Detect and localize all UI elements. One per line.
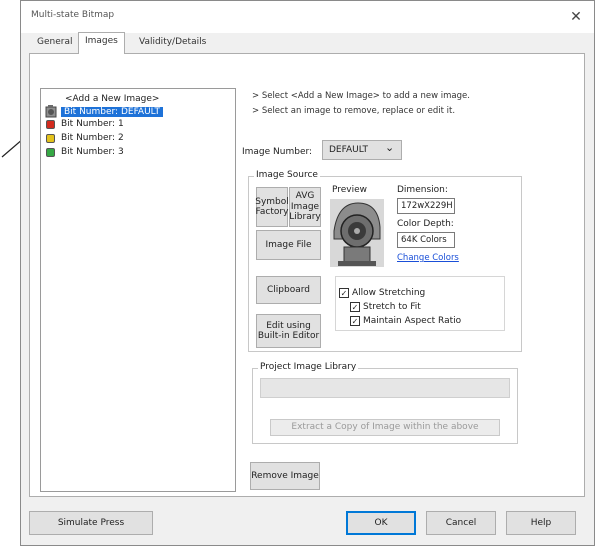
allow-stretching-checkbox[interactable]: ✓ xyxy=(339,288,349,298)
stretch-to-fit-label: Stretch to Fit xyxy=(363,302,421,312)
preview-image xyxy=(328,197,386,269)
image-number-dropdown[interactable]: DEFAULT ⌄ xyxy=(322,140,402,160)
allow-stretching-label: Allow Stretching xyxy=(352,288,426,298)
dimension-label: Dimension: xyxy=(397,185,448,195)
image-source-label: Image Source xyxy=(254,170,320,180)
list-item-bit-3[interactable]: Bit Number: 3 xyxy=(61,145,124,159)
simulate-press-button[interactable]: Simulate Press xyxy=(29,511,153,535)
window-title: Multi-state Bitmap xyxy=(31,10,115,20)
maintain-aspect-label: Maintain Aspect Ratio xyxy=(363,316,462,326)
remove-image-button[interactable]: Remove Image xyxy=(250,462,320,490)
cancel-button[interactable]: Cancel xyxy=(426,511,496,535)
maintain-aspect-checkbox[interactable]: ✓ xyxy=(350,316,360,326)
title-bar: Multi-state Bitmap ✕ xyxy=(21,1,594,33)
preview-label: Preview xyxy=(332,185,368,195)
tab-validity-details[interactable]: Validity/Details xyxy=(133,34,212,52)
close-icon[interactable]: ✕ xyxy=(565,7,587,27)
motor-image-icon xyxy=(45,105,57,119)
chevron-down-icon: ⌄ xyxy=(385,141,395,154)
project-library-label: Project Image Library xyxy=(258,362,359,372)
color-depth-value: 64K Colors xyxy=(397,232,455,248)
hint-add-new: > Select <Add a New Image> to add a new … xyxy=(252,91,470,101)
green-image-icon xyxy=(46,148,55,157)
list-item-bit-2[interactable]: Bit Number: 2 xyxy=(61,131,124,145)
tab-images[interactable]: Images xyxy=(78,32,125,54)
red-image-icon xyxy=(46,120,55,129)
color-depth-label: Color Depth: xyxy=(397,219,454,229)
edit-builtin-button[interactable]: Edit using Built-in Editor xyxy=(256,314,321,348)
image-listbox[interactable]: <Add a New Image> Bit Number: DEFAULT Bi… xyxy=(40,88,236,492)
dimension-value: 172wX229H xyxy=(397,198,455,214)
list-item-bit-1[interactable]: Bit Number: 1 xyxy=(61,117,124,131)
extract-copy-button[interactable]: Extract a Copy of Image within the above xyxy=(270,419,500,436)
ok-button[interactable]: OK xyxy=(346,511,416,535)
list-item-add-new[interactable]: <Add a New Image> xyxy=(65,92,159,106)
clipboard-button[interactable]: Clipboard xyxy=(256,276,321,304)
change-colors-link[interactable]: Change Colors xyxy=(397,253,459,263)
yellow-image-icon xyxy=(46,134,55,143)
tab-general[interactable]: General xyxy=(31,34,78,52)
image-file-button[interactable]: Image File xyxy=(256,230,321,260)
avg-library-button[interactable]: AVG Image Library xyxy=(289,187,321,227)
stretch-to-fit-checkbox[interactable]: ✓ xyxy=(350,302,360,312)
list-item-label: Bit Number: DEFAULT xyxy=(61,107,163,117)
tab-panel-images: <Add a New Image> Bit Number: DEFAULT Bi… xyxy=(29,53,585,497)
hint-select-image: > Select an image to remove, replace or … xyxy=(252,106,456,116)
dialog-window: Multi-state Bitmap ✕ General Images Vali… xyxy=(20,0,595,546)
image-number-label: Image Number: xyxy=(242,147,313,157)
project-library-select[interactable] xyxy=(260,378,510,398)
symbol-factory-button[interactable]: Symbol Factory xyxy=(255,187,289,227)
image-number-value: DEFAULT xyxy=(329,145,368,155)
help-button[interactable]: Help xyxy=(506,511,576,535)
